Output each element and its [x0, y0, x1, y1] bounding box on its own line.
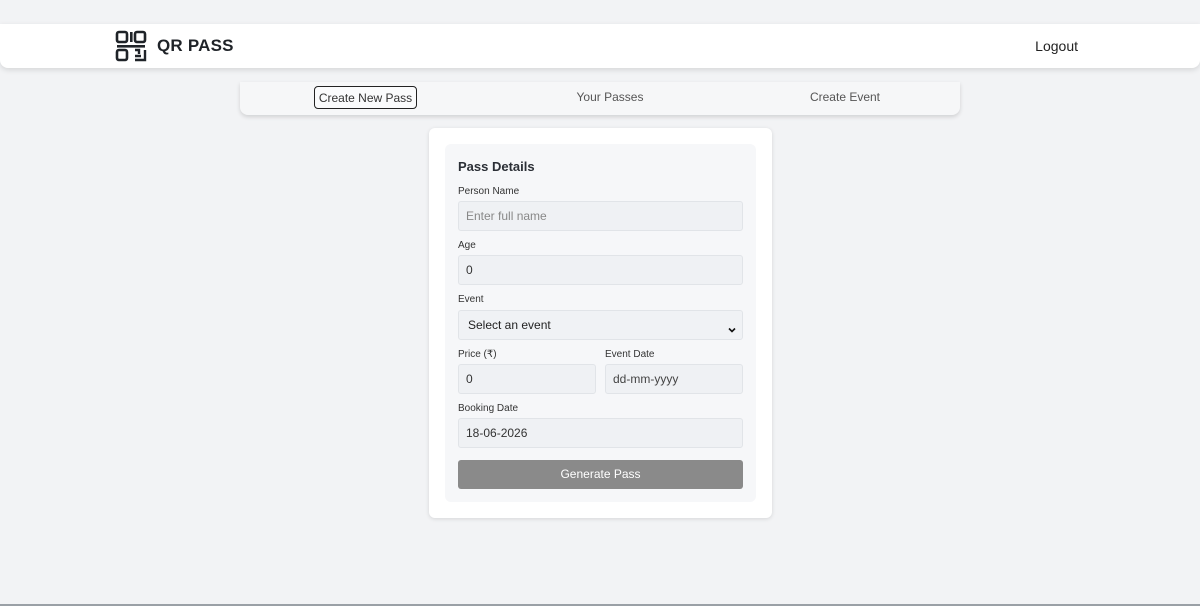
qr-code-icon	[115, 30, 147, 62]
top-navbar: QR PASS Logout	[0, 24, 1200, 68]
event-select-value: Select an event	[468, 318, 551, 332]
app-name: QR PASS	[157, 36, 234, 55]
age-label: Age	[458, 240, 476, 251]
brand[interactable]: QR PASS	[115, 30, 234, 62]
booking-date-input[interactable]: 18-06-2026	[458, 418, 743, 448]
person-name-input[interactable]: Enter full name	[458, 201, 743, 231]
person-name-label: Person Name	[458, 186, 520, 197]
event-select[interactable]: Select an event	[458, 310, 743, 340]
pass-details-panel: Pass Details Person Name Enter full name…	[445, 144, 756, 502]
generate-pass-button[interactable]: Generate Pass	[458, 460, 743, 489]
event-date-label: Event Date	[605, 349, 655, 360]
price-label: Price (₹)	[458, 349, 497, 360]
tab-create-new-pass[interactable]: Create New Pass	[314, 86, 417, 109]
chevron-down-icon	[726, 318, 738, 346]
section-title: Pass Details	[458, 159, 535, 174]
logout-link[interactable]: Logout	[1035, 38, 1078, 54]
pass-form-card: Pass Details Person Name Enter full name…	[429, 128, 772, 518]
age-input[interactable]: 0	[458, 255, 743, 285]
tab-bar: Create New Pass Your Passes Create Event	[240, 82, 960, 115]
price-input[interactable]: 0	[458, 364, 596, 394]
event-label: Event	[458, 294, 484, 305]
tab-create-event[interactable]: Create Event	[795, 86, 895, 109]
tab-your-passes[interactable]: Your Passes	[560, 86, 660, 109]
booking-date-label: Booking Date	[458, 403, 519, 414]
event-date-input[interactable]: dd-mm-yyyy	[605, 364, 743, 394]
